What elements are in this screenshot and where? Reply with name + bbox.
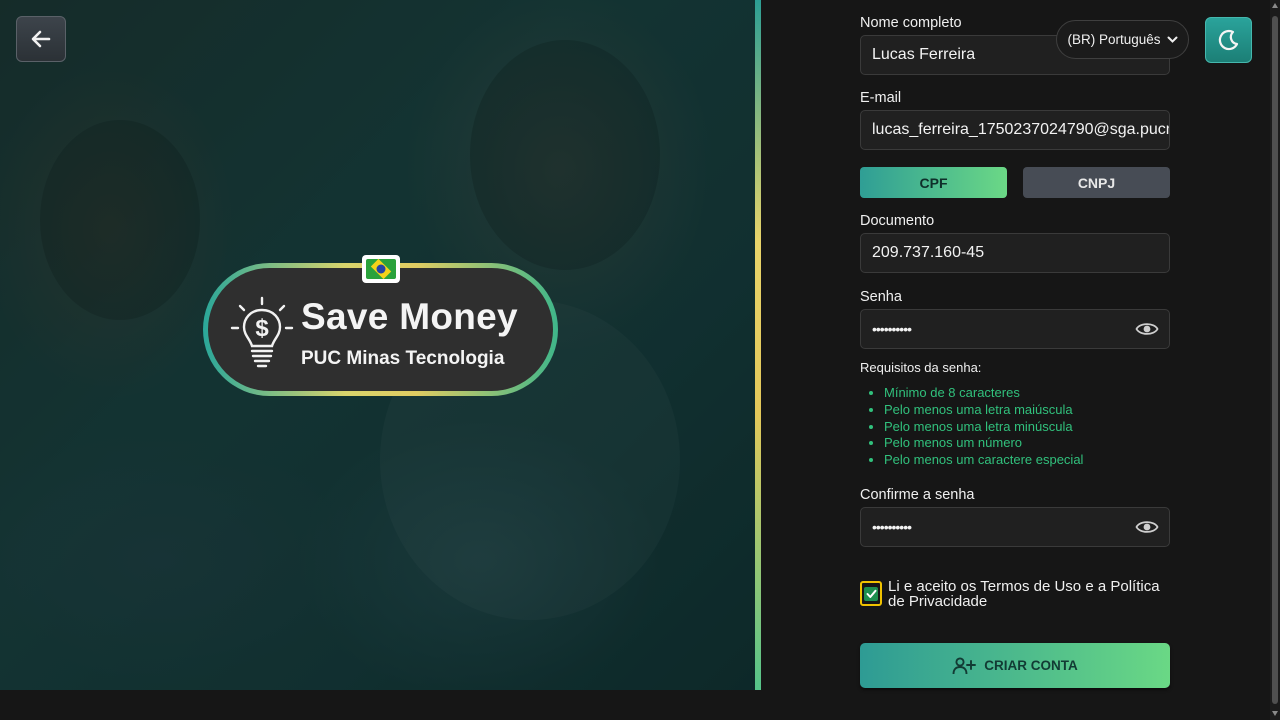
scroll-up-arrow-icon[interactable] bbox=[1272, 3, 1278, 8]
email-input[interactable]: lucas_ferreira_1750237024790@sga.pucmina… bbox=[860, 110, 1170, 150]
email-label: E-mail bbox=[860, 90, 902, 106]
language-selector[interactable]: (BR) Português bbox=[1056, 20, 1189, 59]
eye-icon[interactable] bbox=[1135, 518, 1159, 536]
user-plus-icon bbox=[952, 656, 977, 674]
password-label: Senha bbox=[860, 289, 902, 305]
requirement-item: Pelo menos um número bbox=[884, 435, 1083, 452]
eye-icon[interactable] bbox=[1135, 320, 1159, 338]
create-account-label: CRIAR CONTA bbox=[984, 658, 1078, 673]
signup-page: $ Save Money PUC Minas Tecnologia (BR) P… bbox=[0, 0, 1280, 720]
svg-text:$: $ bbox=[255, 315, 269, 342]
check-icon bbox=[866, 589, 876, 598]
document-label: Documento bbox=[860, 213, 935, 229]
doc-type-cpf-button[interactable]: CPF bbox=[860, 167, 1007, 198]
password-requirements-title: Requisitos da senha: bbox=[860, 360, 982, 375]
lightbulb-dollar-icon: $ bbox=[230, 296, 294, 368]
logo-title: Save Money bbox=[301, 296, 518, 337]
name-label: Nome completo bbox=[860, 15, 962, 31]
moon-icon bbox=[1218, 29, 1238, 51]
password-field[interactable]: •••••••••• bbox=[860, 309, 1170, 349]
terms-checkbox[interactable] bbox=[860, 581, 882, 606]
brazil-flag-icon bbox=[362, 255, 400, 283]
brand-logo: $ Save Money PUC Minas Tecnologia bbox=[203, 255, 558, 396]
scrollbar[interactable] bbox=[1270, 0, 1280, 720]
password-requirements-list: Mínimo de 8 caracteres Pelo menos uma le… bbox=[884, 385, 1083, 469]
theme-toggle-button[interactable] bbox=[1205, 17, 1252, 63]
arrow-left-icon bbox=[31, 30, 51, 48]
logo-subtitle: PUC Minas Tecnologia bbox=[301, 348, 505, 369]
requirement-item: Mínimo de 8 caracteres bbox=[884, 385, 1083, 402]
scrollbar-thumb[interactable] bbox=[1272, 16, 1278, 704]
language-label: (BR) Português bbox=[1067, 32, 1161, 47]
confirm-password-field[interactable]: •••••••••• bbox=[860, 507, 1170, 547]
create-account-button[interactable]: CRIAR CONTA bbox=[860, 643, 1170, 688]
confirm-password-input[interactable]: •••••••••• bbox=[872, 519, 912, 535]
confirm-password-label: Confirme a senha bbox=[860, 487, 975, 503]
terms-label[interactable]: Li e aceito os Termos de Uso e a Polític… bbox=[888, 579, 1178, 609]
document-input[interactable]: 209.737.160-45 bbox=[860, 233, 1170, 273]
requirement-item: Pelo menos um caractere especial bbox=[884, 452, 1083, 469]
requirement-item: Pelo menos uma letra maiúscula bbox=[884, 402, 1083, 419]
back-button[interactable] bbox=[16, 16, 66, 62]
scroll-down-arrow-icon[interactable] bbox=[1272, 711, 1278, 716]
password-input[interactable]: •••••••••• bbox=[872, 321, 912, 337]
doc-type-cnpj-button[interactable]: CNPJ bbox=[1023, 167, 1170, 198]
chevron-down-icon bbox=[1167, 36, 1178, 43]
requirement-item: Pelo menos uma letra minúscula bbox=[884, 419, 1083, 436]
hero-divider bbox=[755, 0, 761, 690]
